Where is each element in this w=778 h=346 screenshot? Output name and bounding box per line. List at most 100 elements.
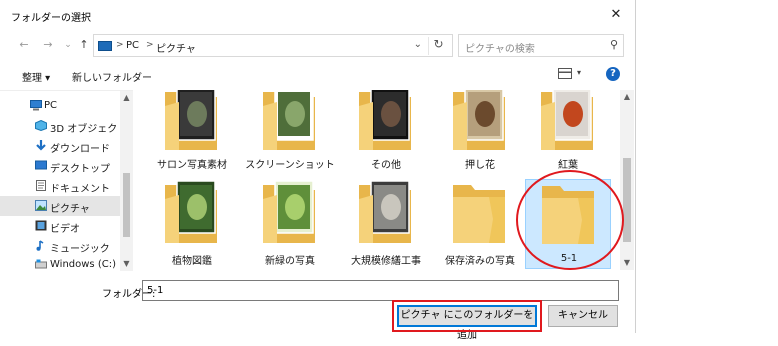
view-options-icon[interactable] bbox=[558, 68, 572, 79]
annotation-circle bbox=[516, 170, 624, 270]
sidebar-item-documents[interactable]: ドキュメント bbox=[0, 176, 120, 196]
sidebar-item-label: ビデオ bbox=[50, 224, 80, 235]
sidebar-item-drive-c[interactable]: Windows (C:) bbox=[0, 255, 120, 275]
sidebar-item-label: デスクトップ bbox=[50, 164, 110, 175]
search-icon[interactable]: ⚲ bbox=[610, 38, 618, 51]
folder-icon bbox=[453, 185, 505, 243]
chevron-down-icon[interactable]: ⌄ bbox=[414, 39, 422, 50]
thumbnail-detail bbox=[563, 101, 583, 127]
folder-tile[interactable]: その他 bbox=[343, 90, 429, 176]
folder-tile[interactable]: サロン写真素材 bbox=[149, 90, 235, 176]
folder-tile[interactable]: 保存済みの写真 bbox=[437, 179, 523, 269]
folder-name: 保存済みの写真 bbox=[445, 256, 515, 267]
folder-tile[interactable]: 紅葉 bbox=[525, 90, 611, 176]
folder-name: 新緑の写真 bbox=[265, 256, 315, 267]
sidebar-item-3d-objects[interactable]: 3D オブジェクト bbox=[0, 116, 127, 136]
thumbnail-detail bbox=[187, 101, 207, 127]
folder-tile[interactable]: 大規模修繕工事 bbox=[343, 179, 429, 269]
new-folder-button[interactable]: 新しいフォルダー bbox=[72, 69, 152, 84]
folder-select-dialog: フォルダーの選択 ✕ ← → ⌄ ↑ > PC > ピクチャ ⌄ ↻ ピクチャの… bbox=[0, 0, 636, 341]
sidebar-item-music[interactable]: ミュージック bbox=[0, 236, 120, 256]
thumbnail-detail bbox=[187, 194, 207, 220]
video-icon bbox=[35, 220, 47, 231]
folder-icon bbox=[453, 90, 505, 150]
pc-icon bbox=[98, 41, 112, 51]
content-scroll-thumb[interactable] bbox=[623, 158, 631, 242]
folder-name: サロン写真素材 bbox=[157, 160, 227, 171]
back-arrow-icon[interactable]: ← bbox=[16, 36, 32, 54]
command-toolbar: 整理 ▾ 新しいフォルダー ▾ ? bbox=[0, 63, 636, 87]
annotation-rectangle bbox=[392, 300, 542, 332]
folder-name: 植物図鑑 bbox=[172, 256, 212, 267]
folder-front bbox=[263, 102, 277, 150]
thumbnail-detail bbox=[381, 101, 401, 127]
pictures-icon bbox=[35, 200, 47, 211]
sidebar-scroll-thumb[interactable] bbox=[123, 173, 130, 237]
navigation-pane: PC 3D オブジェクト ダウンロード デスクトップ ドキュメント ピクチャ ビ… bbox=[0, 90, 133, 271]
title-bar: フォルダーの選択 ✕ bbox=[0, 0, 636, 30]
sidebar-item-label: 3D オブジェクト bbox=[50, 124, 128, 135]
scroll-down-icon[interactable]: ▼ bbox=[620, 258, 634, 267]
search-placeholder: ピクチャの検索 bbox=[465, 44, 535, 55]
folder-name: 押し花 bbox=[465, 160, 495, 171]
folder-front bbox=[263, 195, 277, 243]
breadcrumb-pc[interactable]: PC bbox=[126, 40, 139, 51]
folder-name-row: フォルダー: 5-1 bbox=[0, 280, 636, 302]
help-icon[interactable]: ? bbox=[606, 67, 620, 81]
sidebar-item-desktop[interactable]: デスクトップ bbox=[0, 156, 120, 176]
download-icon bbox=[36, 140, 46, 151]
scroll-up-icon[interactable]: ▲ bbox=[120, 93, 133, 102]
folder-icon bbox=[541, 90, 593, 150]
sidebar-item-videos[interactable]: ビデオ bbox=[0, 216, 120, 236]
thumbnail-detail bbox=[475, 101, 495, 127]
scroll-down-icon[interactable]: ▼ bbox=[120, 259, 133, 268]
content-scrollbar[interactable]: ▲ ▼ bbox=[620, 90, 634, 270]
sidebar-item-label: Windows (C:) bbox=[50, 259, 116, 270]
up-arrow-icon[interactable]: ↑ bbox=[76, 36, 92, 54]
breadcrumb-separator: > bbox=[116, 40, 124, 50]
window-title: フォルダーの選択 bbox=[11, 13, 91, 24]
sidebar-item-label: ミュージック bbox=[50, 244, 110, 255]
search-box[interactable]: ピクチャの検索 ⚲ bbox=[458, 34, 624, 57]
folder-tile[interactable]: 押し花 bbox=[437, 90, 523, 176]
sidebar-item-pictures[interactable]: ピクチャ bbox=[0, 196, 120, 216]
breadcrumb-separator: > bbox=[146, 40, 154, 50]
desktop-icon bbox=[35, 160, 47, 170]
close-icon[interactable]: ✕ bbox=[606, 5, 626, 25]
sidebar-item-downloads[interactable]: ダウンロード bbox=[0, 136, 120, 156]
recent-locations-icon[interactable]: ⌄ bbox=[60, 36, 76, 54]
folder-front bbox=[165, 102, 179, 150]
folder-name: 紅葉 bbox=[558, 160, 578, 171]
folder-icon bbox=[165, 90, 217, 150]
sidebar-item-label: ダウンロード bbox=[50, 144, 110, 155]
folder-icon bbox=[359, 90, 411, 150]
thumbnail-detail bbox=[285, 194, 305, 220]
folder-tile[interactable]: 植物図鑑 bbox=[149, 179, 235, 269]
folder-icon bbox=[263, 90, 315, 150]
scroll-up-icon[interactable]: ▲ bbox=[620, 92, 634, 101]
folder-front bbox=[165, 195, 179, 243]
sidebar-item-label: ピクチャ bbox=[50, 204, 90, 215]
folder-icon bbox=[359, 180, 411, 243]
breadcrumb-pictures[interactable]: ピクチャ bbox=[156, 40, 196, 55]
folder-icon bbox=[263, 180, 315, 243]
refresh-icon[interactable]: ↻ bbox=[428, 37, 448, 55]
cancel-button[interactable]: キャンセル bbox=[548, 305, 618, 327]
thumbnail-detail bbox=[381, 194, 401, 220]
folder-name-field[interactable]: 5-1 bbox=[142, 280, 619, 301]
forward-arrow-icon[interactable]: → bbox=[40, 36, 56, 54]
sidebar-item-pc[interactable]: PC bbox=[0, 96, 120, 116]
drive-icon bbox=[35, 259, 47, 269]
view-dropdown-icon[interactable]: ▾ bbox=[577, 68, 581, 77]
folder-tile[interactable]: 新緑の写真 bbox=[247, 179, 333, 269]
folder-front bbox=[453, 102, 467, 150]
organize-button[interactable]: 整理 ▾ bbox=[22, 69, 50, 84]
documents-icon bbox=[36, 180, 46, 191]
folder-tile[interactable]: スクリーンショット bbox=[245, 90, 335, 176]
sidebar-item-label: PC bbox=[44, 100, 58, 111]
address-bar[interactable]: > PC > ピクチャ ⌄ ↻ bbox=[93, 34, 453, 57]
pc-icon bbox=[30, 100, 42, 111]
music-icon bbox=[36, 240, 44, 251]
folder-front bbox=[541, 102, 555, 150]
sidebar-scrollbar[interactable]: ▲ ▼ bbox=[120, 91, 133, 271]
